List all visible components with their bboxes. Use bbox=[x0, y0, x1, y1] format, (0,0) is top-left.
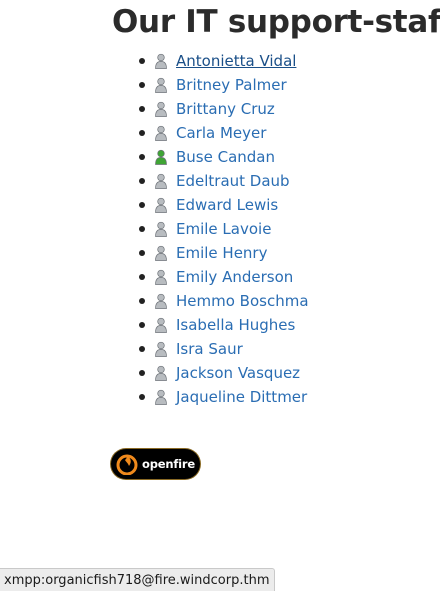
bullet bbox=[139, 178, 145, 184]
staff-member-link[interactable]: Antonietta Vidal bbox=[176, 52, 296, 70]
staff-member-link[interactable]: Edeltraut Daub bbox=[176, 172, 290, 190]
staff-member-link[interactable]: Hemmo Boschma bbox=[176, 292, 309, 310]
link-status-bar: xmpp:organicfish718@fire.windcorp.thm bbox=[0, 568, 276, 591]
bullet bbox=[139, 154, 145, 160]
staff-list-item: Britney Palmer bbox=[136, 73, 309, 97]
user-offline-icon bbox=[154, 293, 168, 309]
staff-list-item: Buse Candan bbox=[136, 145, 309, 169]
staff-member-link[interactable]: Isabella Hughes bbox=[176, 316, 295, 334]
bullet bbox=[139, 202, 145, 208]
user-offline-icon bbox=[154, 101, 168, 117]
staff-member-link[interactable]: Buse Candan bbox=[176, 148, 275, 166]
bullet bbox=[139, 298, 145, 304]
bullet bbox=[139, 58, 145, 64]
user-offline-icon bbox=[154, 269, 168, 285]
staff-member-link[interactable]: Brittany Cruz bbox=[176, 100, 275, 118]
user-offline-icon bbox=[154, 77, 168, 93]
staff-member-link[interactable]: Emile Lavoie bbox=[176, 220, 271, 238]
staff-member-link[interactable]: Emile Henry bbox=[176, 244, 267, 262]
staff-member-link[interactable]: Jackson Vasquez bbox=[176, 364, 300, 382]
user-offline-icon bbox=[154, 341, 168, 357]
staff-list-item: Isabella Hughes bbox=[136, 313, 309, 337]
user-offline-icon bbox=[154, 197, 168, 213]
openfire-flame-icon bbox=[116, 454, 138, 475]
staff-list-item: Emily Anderson bbox=[136, 265, 309, 289]
staff-list-item: Emile Henry bbox=[136, 241, 309, 265]
staff-list-item: Emile Lavoie bbox=[136, 217, 309, 241]
user-offline-icon bbox=[154, 245, 168, 261]
user-offline-icon bbox=[154, 53, 168, 69]
staff-member-link[interactable]: Jaqueline Dittmer bbox=[176, 388, 307, 406]
bullet bbox=[139, 226, 145, 232]
openfire-label: openfire bbox=[142, 457, 195, 471]
staff-list-item: Brittany Cruz bbox=[136, 97, 309, 121]
staff-list-item: Jaqueline Dittmer bbox=[136, 385, 309, 409]
staff-member-link[interactable]: Edward Lewis bbox=[176, 196, 278, 214]
bullet bbox=[139, 370, 145, 376]
staff-list-item: Isra Saur bbox=[136, 337, 309, 361]
user-offline-icon bbox=[154, 317, 168, 333]
user-offline-icon bbox=[154, 365, 168, 381]
bullet bbox=[139, 130, 145, 136]
page: Our IT support-staff Antonietta Vidal Bri… bbox=[0, 0, 440, 591]
bullet bbox=[139, 346, 145, 352]
staff-member-link[interactable]: Emily Anderson bbox=[176, 268, 293, 286]
bullet bbox=[139, 322, 145, 328]
page-title: Our IT support-staff bbox=[112, 4, 440, 40]
staff-list-item: Carla Meyer bbox=[136, 121, 309, 145]
user-offline-icon bbox=[154, 221, 168, 237]
staff-member-link[interactable]: Isra Saur bbox=[176, 340, 243, 358]
staff-list-item: Hemmo Boschma bbox=[136, 289, 309, 313]
staff-list-item: Antonietta Vidal bbox=[136, 49, 309, 73]
openfire-badge[interactable]: openfire bbox=[111, 449, 200, 479]
bullet bbox=[139, 394, 145, 400]
staff-list-item: Edeltraut Daub bbox=[136, 169, 309, 193]
user-online-icon bbox=[154, 149, 168, 165]
staff-member-link[interactable]: Britney Palmer bbox=[176, 76, 287, 94]
bullet bbox=[139, 82, 145, 88]
staff-member-link[interactable]: Carla Meyer bbox=[176, 124, 266, 142]
user-offline-icon bbox=[154, 173, 168, 189]
bullet bbox=[139, 106, 145, 112]
bullet bbox=[139, 274, 145, 280]
user-offline-icon bbox=[154, 389, 168, 405]
staff-list-item: Edward Lewis bbox=[136, 193, 309, 217]
staff-list: Antonietta Vidal Britney Palmer Brittany C… bbox=[136, 49, 309, 409]
bullet bbox=[139, 250, 145, 256]
user-offline-icon bbox=[154, 125, 168, 141]
staff-list-item: Jackson Vasquez bbox=[136, 361, 309, 385]
